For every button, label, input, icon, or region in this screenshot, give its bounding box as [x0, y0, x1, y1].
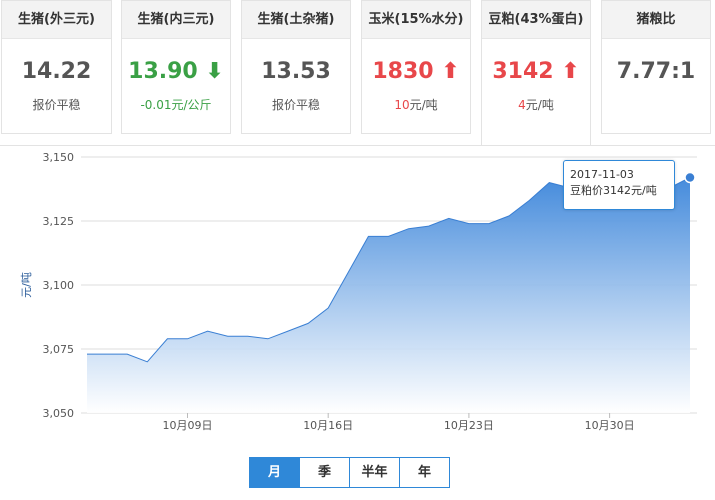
period-tabs: 月 季 半年 年 — [249, 457, 450, 488]
x-tick-label: 10月30日 — [585, 419, 635, 432]
tab-half-year[interactable]: 半年 — [349, 457, 400, 488]
tooltip-date: 2017-11-03 — [570, 168, 634, 181]
y-tick-label: 3,100 — [43, 279, 75, 292]
y-tick-label: 3,125 — [43, 215, 75, 228]
x-tick-label: 10月09日 — [163, 419, 213, 432]
x-tick-label: 10月23日 — [444, 419, 494, 432]
y-tick-label: 3,050 — [43, 407, 75, 420]
price-chart: 3,0503,0753,1003,1253,150 10月09日 10月16日 10… — [20, 151, 697, 432]
highlight-point[interactable] — [684, 171, 696, 184]
series-area — [87, 177, 690, 413]
y-tick-label: 3,075 — [43, 343, 75, 356]
y-tick-label: 3,150 — [43, 151, 75, 164]
x-axis: 10月09日 10月16日 10月23日 10月30日 — [163, 413, 635, 432]
tab-month[interactable]: 月 — [249, 457, 300, 488]
tab-year[interactable]: 年 — [399, 457, 450, 488]
tab-quarter[interactable]: 季 — [299, 457, 350, 488]
y-axis-label: 元/吨 — [20, 272, 33, 298]
y-axis: 3,050 3,075 3,100 3,125 3,150 — [43, 151, 75, 420]
tooltip-text: 豆粕价3142元/吨 — [570, 184, 657, 197]
x-tick-label: 10月16日 — [303, 419, 353, 432]
chart-tooltip: 2017-11-03 豆粕价3142元/吨 — [563, 160, 675, 210]
